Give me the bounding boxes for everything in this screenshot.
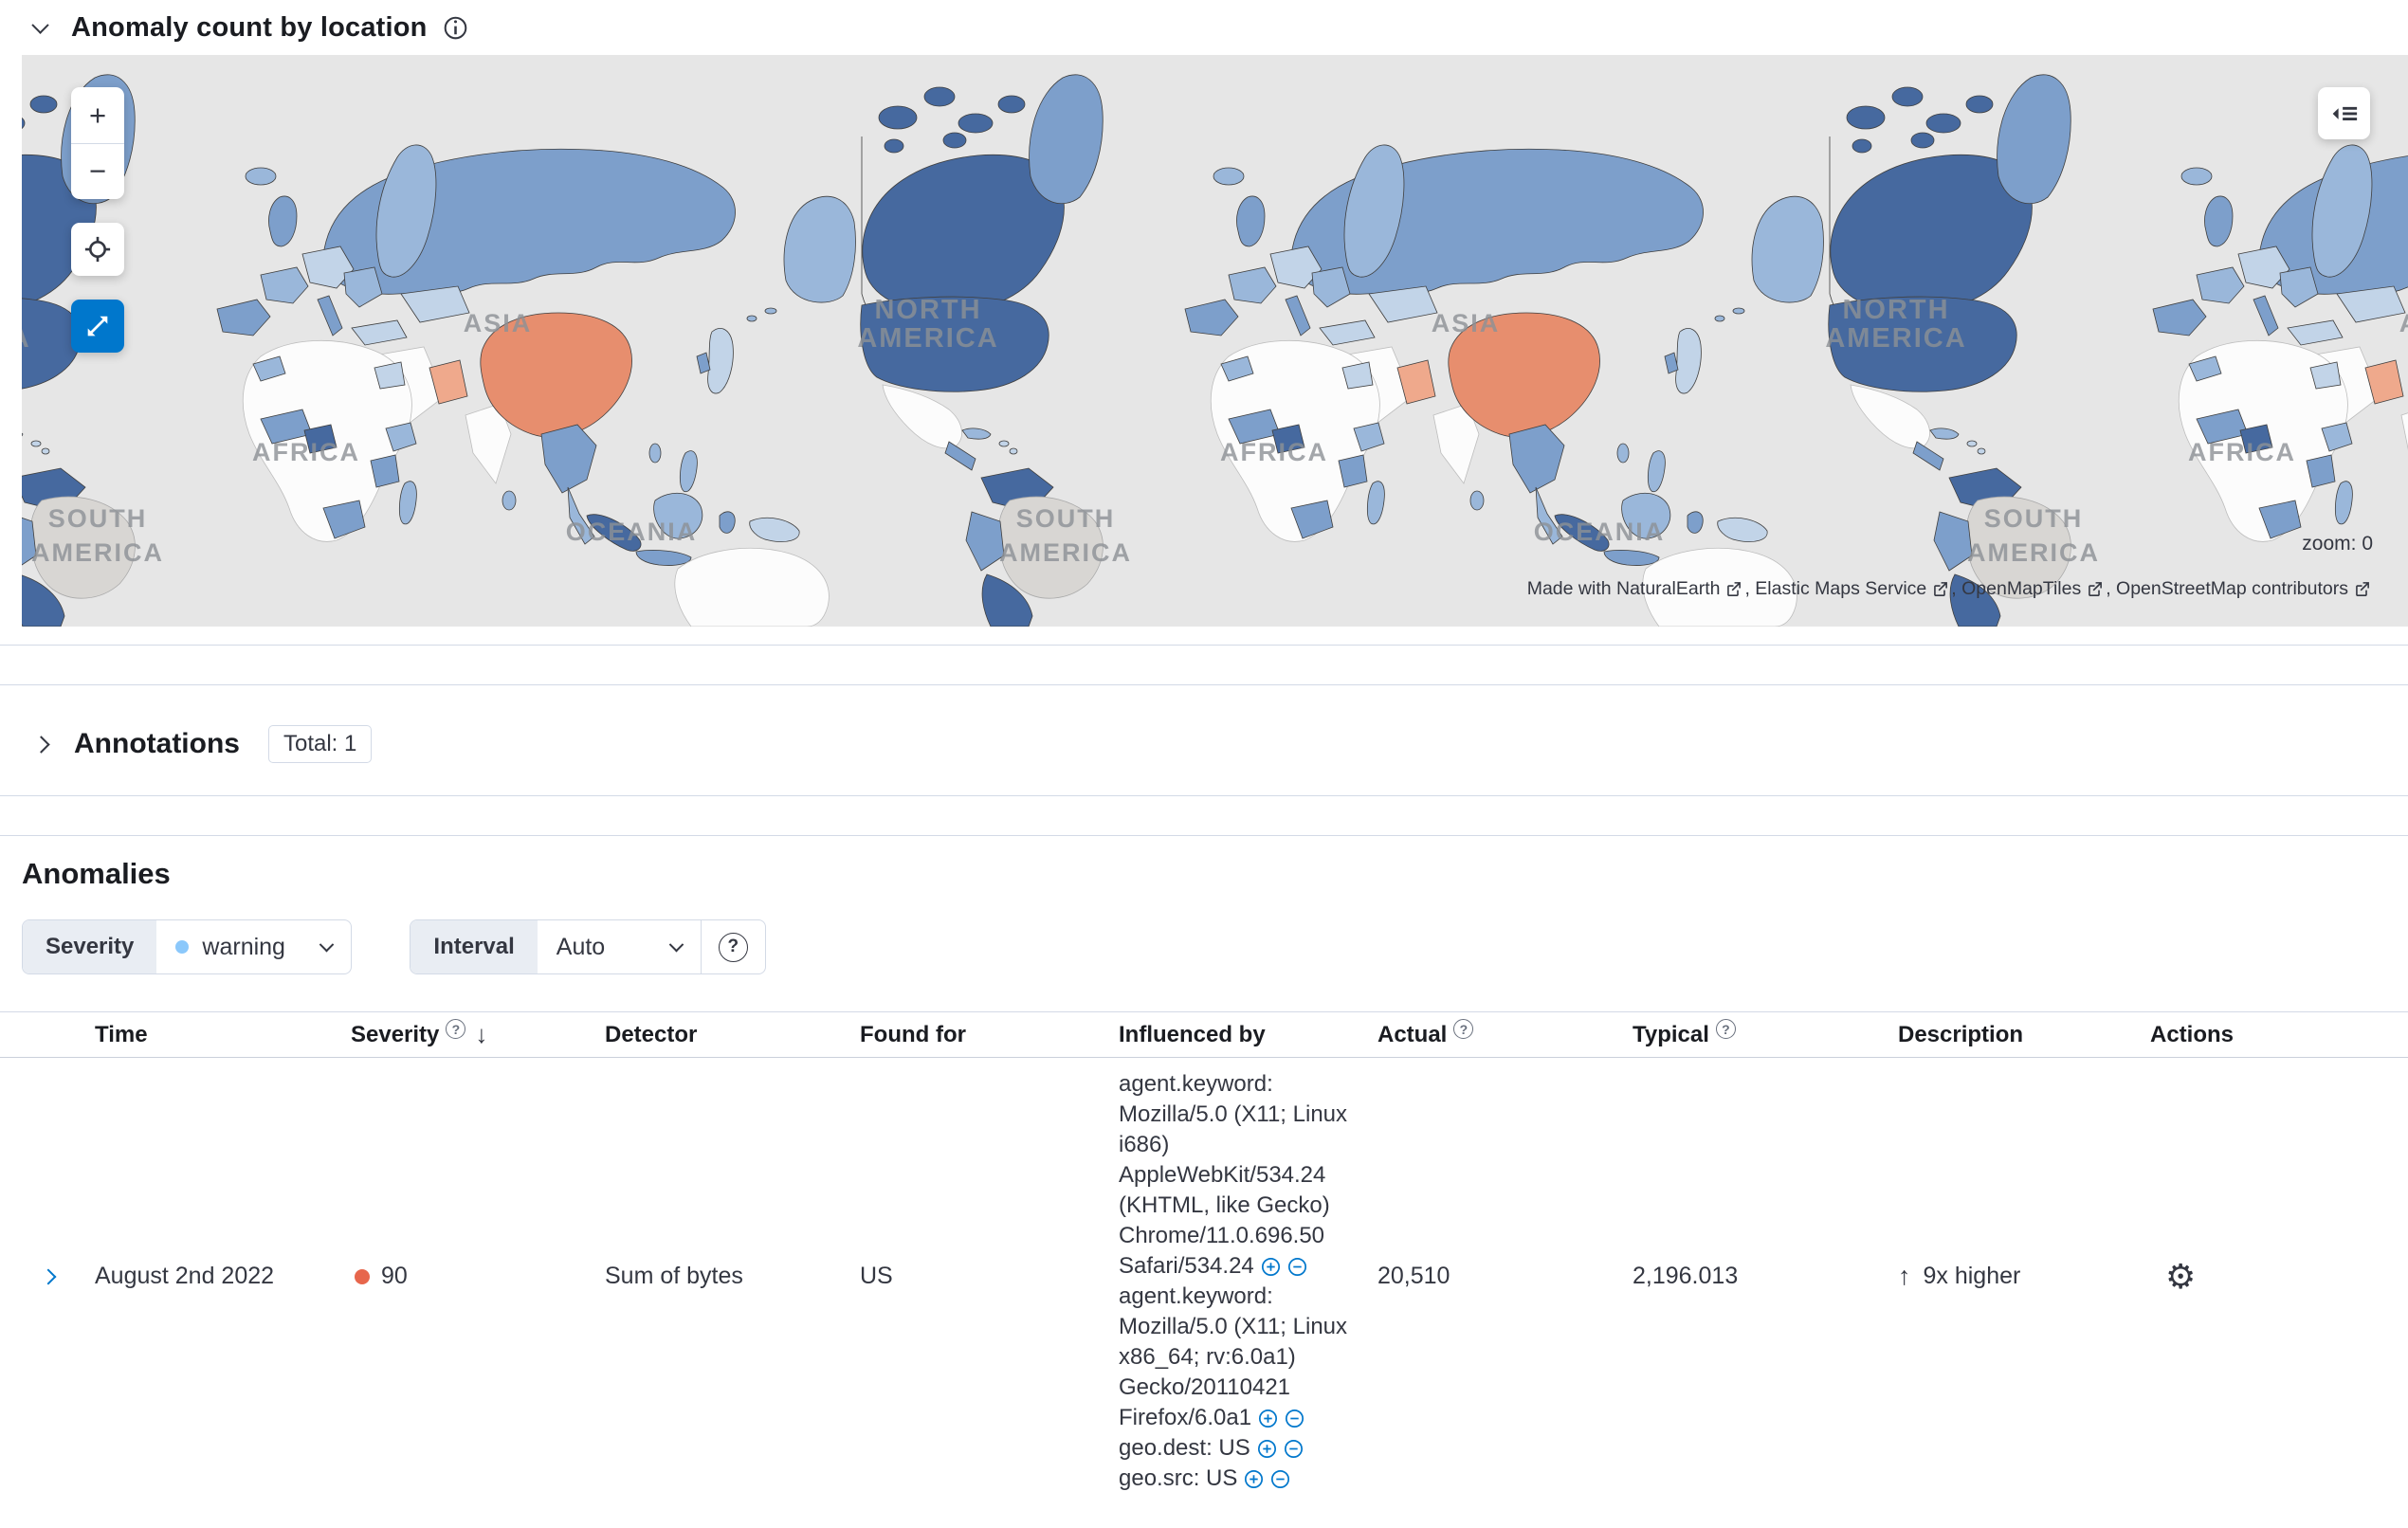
sort-desc-icon: ↓ <box>475 1020 488 1048</box>
chevron-down-icon <box>668 937 684 952</box>
severity-filter-value: warning <box>202 933 285 960</box>
annotations-title: Annotations <box>74 728 240 759</box>
filter-out-icon[interactable] <box>1270 1469 1290 1489</box>
attribution-link[interactable]: , OpenStreetMap contributors <box>2106 578 2373 600</box>
filter-for-icon[interactable] <box>1258 1409 1278 1428</box>
anomaly-table-row: August 2nd 2022 90 Sum of bytes US agent… <box>0 1058 2408 1494</box>
influenced-by-list: agent.keyword: Mozilla/5.0 (X11; Linux i… <box>1119 1059 1361 1494</box>
info-icon[interactable] <box>443 15 468 41</box>
cell-description: ↑ 9x higher <box>1898 1262 2021 1290</box>
influencer-entry: agent.keyword: Mozilla/5.0 (X11; Linux x… <box>1119 1283 1348 1430</box>
expand-map-button[interactable] <box>71 300 124 353</box>
zoom-level-status: zoom: 0 <box>2302 533 2373 555</box>
interval-filter-label: Interval <box>410 920 538 973</box>
expand-chevron-icon[interactable] <box>32 735 50 754</box>
anomalies-title: Anomalies <box>22 857 171 890</box>
annotations-total-badge: Total: 1 <box>267 725 373 763</box>
divider <box>0 684 2408 685</box>
anomalies-table-header: Time Severity ? ↓ Detector Found for Inf… <box>0 1011 2408 1058</box>
external-link-icon <box>1934 582 1948 596</box>
anomalies-filters: Severity warning Interval Auto ? <box>22 919 2408 974</box>
help-icon[interactable]: ? <box>446 1019 466 1039</box>
cell-found-for: US <box>860 1263 893 1289</box>
filter-for-icon[interactable] <box>1261 1257 1281 1277</box>
divider <box>0 835 2408 836</box>
warning-severity-dot <box>175 940 190 954</box>
map-zoom-controls: + − <box>71 87 124 199</box>
filter-out-icon[interactable] <box>1285 1409 1304 1428</box>
interval-filter: Interval Auto ? <box>410 919 766 974</box>
col-severity[interactable]: Severity ? ↓ <box>351 1019 605 1049</box>
divider <box>0 645 2408 646</box>
critical-severity-dot <box>355 1268 370 1284</box>
question-icon: ? <box>718 932 748 962</box>
world-map: ASIA NORTH AMERICA AFRICA OCEANIA SOUTH … <box>22 74 2408 627</box>
col-actions: Actions <box>2150 1021 2235 1047</box>
map-attribution: Made with NaturalEarth, Elastic Maps Ser… <box>1527 578 2373 600</box>
cell-typical: 2,196.013 <box>1633 1263 1739 1289</box>
filter-for-icon[interactable] <box>1257 1439 1277 1459</box>
col-actual[interactable]: Actual ? <box>1377 1019 1633 1048</box>
col-description[interactable]: Description <box>1898 1022 2150 1048</box>
severity-filter: Severity warning <box>22 919 353 974</box>
filter-out-icon[interactable] <box>1287 1257 1307 1277</box>
fit-to-data-button[interactable] <box>71 223 124 276</box>
anomalies-table: Time Severity ? ↓ Detector Found for Inf… <box>0 1011 2408 1494</box>
arrow-up-icon: ↑ <box>1898 1262 1911 1290</box>
severity-filter-label: Severity <box>23 920 157 973</box>
zoom-out-button[interactable]: − <box>71 143 124 199</box>
influencer-entry: agent.keyword: Mozilla/5.0 (X11; Linux i… <box>1119 1071 1348 1279</box>
cell-time: August 2nd 2022 <box>95 1263 275 1289</box>
help-icon[interactable]: ? <box>1715 1019 1736 1039</box>
map-section-header: Anomaly count by location <box>0 0 2408 55</box>
attribution-link[interactable]: , OpenMapTiles <box>1951 578 2106 600</box>
col-time[interactable]: Time <box>95 1022 351 1048</box>
annotations-section-header: Annotations Total: 1 <box>0 719 2408 769</box>
interval-filter-value: Auto <box>556 933 606 960</box>
influencer-entry: geo.dest: US <box>1119 1435 1304 1461</box>
cell-actions: ⚙ <box>2150 1259 2408 1294</box>
map-section-title: Anomaly count by location <box>71 11 428 43</box>
cell-severity: 90 <box>351 1263 605 1290</box>
divider <box>0 795 2408 796</box>
gear-icon[interactable]: ⚙ <box>2165 1259 2196 1294</box>
external-link-icon <box>2089 582 2103 596</box>
expand-row-button[interactable] <box>40 1268 57 1284</box>
filter-for-icon[interactable] <box>1244 1469 1264 1489</box>
interval-select[interactable]: Auto <box>538 920 701 973</box>
col-typical[interactable]: Typical ? <box>1633 1019 1898 1048</box>
attribution-link[interactable]: Made with NaturalEarth <box>1527 578 1745 600</box>
cell-actual: 20,510 <box>1377 1263 1450 1289</box>
external-link-icon <box>2356 582 2369 596</box>
anomaly-map[interactable]: ASIA NORTH AMERICA AFRICA OCEANIA SOUTH … <box>22 55 2408 627</box>
influencer-entry: geo.src: US <box>1119 1465 1290 1491</box>
col-influenced-by[interactable]: Influenced by <box>1119 1022 1377 1048</box>
collapse-chevron-icon[interactable] <box>31 15 49 34</box>
chevron-down-icon <box>319 937 335 952</box>
help-icon[interactable]: ? <box>1453 1019 1474 1039</box>
legend-collapse-icon <box>2332 106 2357 120</box>
col-detector[interactable]: Detector <box>605 1022 860 1048</box>
interval-help-button[interactable]: ? <box>700 920 765 973</box>
collapse-legend-button[interactable] <box>2318 87 2370 139</box>
severity-select[interactable]: warning <box>156 920 351 973</box>
cell-detector: Sum of bytes <box>605 1263 743 1289</box>
col-found-for[interactable]: Found for <box>860 1022 1119 1048</box>
crosshair-icon <box>84 236 111 263</box>
filter-out-icon[interactable] <box>1284 1439 1304 1459</box>
external-link-icon <box>1727 582 1742 596</box>
zoom-in-button[interactable]: + <box>71 87 124 143</box>
attribution-link[interactable]: , Elastic Maps Service <box>1744 578 1951 600</box>
expand-icon <box>87 316 108 337</box>
